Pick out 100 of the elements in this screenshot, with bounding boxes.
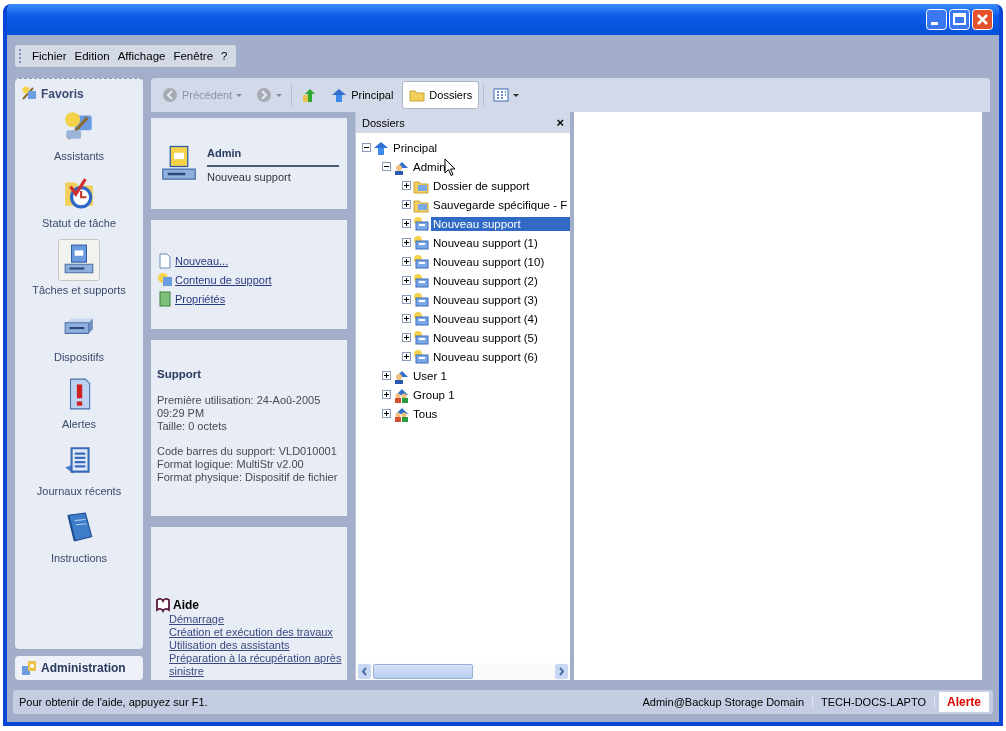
tree-item[interactable]: Nouveau support (2) [431,273,540,288]
detail-text: Taille: 0 octets [157,420,228,433]
group-icon [393,386,409,403]
help-link[interactable]: Utilisation des assistants [155,639,343,652]
sidebar-item[interactable]: Journaux récents [36,438,122,505]
tree-item[interactable]: Tous [411,406,440,421]
tree-item[interactable]: User 1 [411,368,449,383]
drive-icon [413,291,429,308]
tree-item[interactable]: Nouveau support (6) [431,349,540,364]
group-icon [393,405,409,422]
panel-title: Dossiers [362,116,405,129]
drive-icon [413,215,429,232]
home-button[interactable]: Principal [326,83,399,107]
document-icon [157,252,173,269]
detail-text: Code barres du support: VLD010001 [157,445,338,458]
back-icon [162,87,178,103]
detail-text: Format logique: MultiStr v2.00 [157,458,305,471]
home-icon [331,87,348,103]
book-icon [155,597,171,613]
menu-item[interactable]: Edition [71,48,113,64]
up-folder-icon [301,87,318,103]
action-link[interactable]: Nouveau... [175,254,229,267]
folder-icon [409,87,426,103]
caret-icon [513,93,520,97]
close-button[interactable]: × [556,115,564,130]
tree-item[interactable]: Dossier de support [431,178,532,193]
tree-item[interactable]: Group 1 [411,387,457,402]
cursor-icon [444,158,456,177]
sidebar-item[interactable]: Tâches et supports [32,237,126,304]
status-message: Pour obtenir de l'aide, appuyez sur F1. [19,696,209,708]
expand-icon[interactable] [402,333,411,342]
scroll-left-icon[interactable] [358,664,371,679]
action-link[interactable]: Propriétés [175,292,226,305]
section-title: Aide [173,598,199,612]
expand-icon[interactable] [402,295,411,304]
card-subtitle: Nouveau support [207,170,292,183]
tree-item[interactable]: Nouveau support (10) [431,254,547,269]
drive-icon [413,329,429,346]
machine-name: TECH-DOCS-LAPTO [813,696,935,708]
help-link[interactable]: Préparation à la récupération après sinistre [155,652,343,678]
expand-icon[interactable] [382,371,391,380]
folders-button[interactable]: Dossiers [402,81,480,109]
sidebar-item[interactable]: Instructions [50,505,108,572]
tree-item[interactable]: Principal [391,140,440,155]
expand-icon[interactable] [382,409,391,418]
tree-item[interactable]: Nouveau support (1) [431,235,540,250]
menu-item[interactable]: ? [218,48,231,64]
action-link[interactable]: Contenu de support [175,273,272,286]
collapse-icon[interactable] [382,162,391,171]
section-title: Support [157,368,203,380]
expand-icon[interactable] [402,238,411,247]
caret-icon [236,93,243,97]
expand-icon[interactable] [402,314,411,323]
scroll-right-icon[interactable] [555,664,568,679]
home-icon [373,139,389,156]
expand-icon[interactable] [402,257,411,266]
expand-icon[interactable] [402,181,411,190]
menu-item[interactable]: Affichage [114,48,169,64]
sidebar-item[interactable]: Assistants [53,103,105,170]
sidebar-item[interactable]: Dispositifs [53,304,105,371]
help-link[interactable]: Démarrage [155,613,343,626]
tree-item[interactable]: Nouveau support [431,216,570,231]
caret-icon [276,93,283,97]
menu-item[interactable]: Fenêtre [170,48,217,64]
minimize-icon[interactable] [926,9,947,30]
grid-icon [493,87,510,103]
administration-button[interactable]: Administration [15,656,143,680]
tree-item[interactable]: Nouveau support (5) [431,330,540,345]
user-domain: Admin@Backup Storage Domain [634,696,814,708]
drive-icon [413,272,429,289]
menu-item[interactable]: Fichier [29,48,70,64]
drive-icon [413,310,429,327]
card-title: Admin [207,146,339,167]
close-icon[interactable] [972,9,993,30]
horizontal-scrollbar[interactable] [356,663,570,680]
collapse-icon[interactable] [362,143,371,152]
sidebar-item[interactable]: Alertes [58,371,100,438]
expand-icon[interactable] [402,200,411,209]
drive-icon [413,348,429,365]
clock-folder-icon [62,176,96,210]
tree-item[interactable]: Sauvegarde spécifique - F [431,197,570,212]
tree-item[interactable]: Nouveau support (3) [431,292,540,307]
expand-icon[interactable] [402,219,411,228]
detail-text: Format physique: Dispositif de fichier [157,471,339,484]
drive-icon [413,234,429,251]
scroll-thumb[interactable] [373,664,473,679]
detail-text: Première utilisation: 24-Aoû-2005 09:29 PM [157,394,322,420]
expand-icon[interactable] [382,390,391,399]
forward-icon [256,87,273,103]
sidebar-title: Favoris [41,87,84,101]
expand-icon[interactable] [402,276,411,285]
tree-item[interactable]: Nouveau support (4) [431,311,540,326]
alert-indicator[interactable]: Alerte [939,692,989,712]
help-link[interactable]: Création et exécution des travaux [155,626,343,639]
sidebar-item[interactable]: Statut de tâche [42,170,116,237]
expand-icon[interactable] [402,352,411,361]
page-icon [157,290,173,307]
tree-item[interactable]: Admin [411,159,448,174]
drive-icon [413,253,429,270]
maximize-icon[interactable] [949,9,970,30]
